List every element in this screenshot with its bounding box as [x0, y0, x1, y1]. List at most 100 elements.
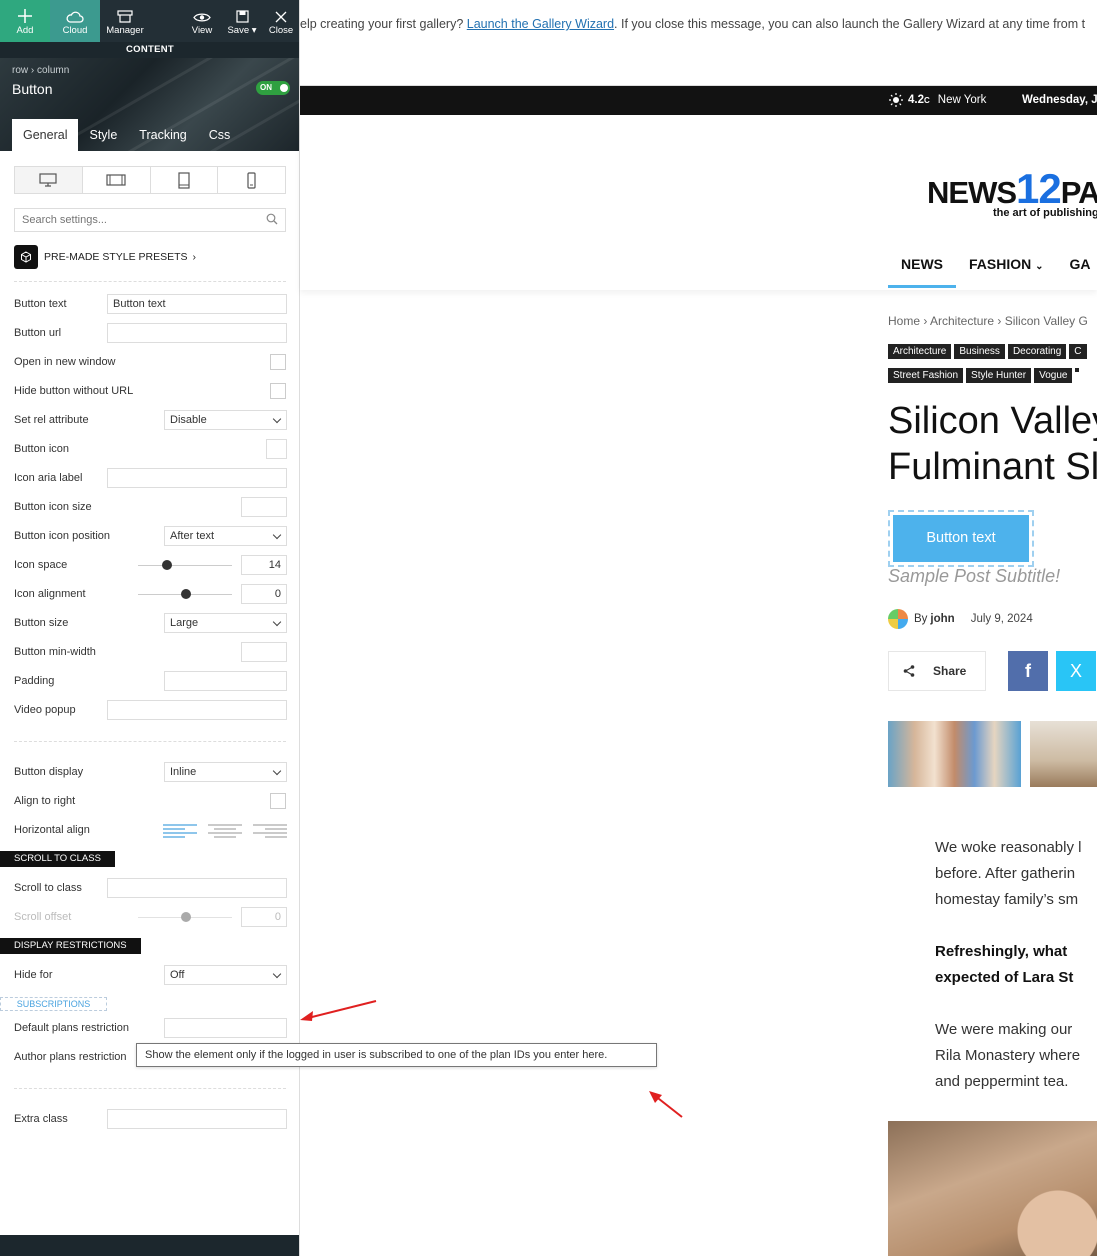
gallery-image[interactable] [1030, 721, 1097, 787]
padding-input[interactable] [164, 671, 287, 691]
button-display-select[interactable]: Inline [164, 762, 287, 782]
icon-size-label: Button icon size [14, 501, 92, 513]
button-url-label: Button url [14, 327, 62, 339]
rel-attribute-select[interactable]: Disable [164, 410, 287, 430]
icon-aria-label-input[interactable] [107, 468, 287, 488]
align-right-icon[interactable] [253, 824, 287, 838]
align-center-icon[interactable] [208, 824, 242, 838]
tablet-landscape-icon [106, 174, 126, 186]
author-name[interactable]: john [930, 613, 954, 625]
tab-css[interactable]: Css [198, 119, 242, 151]
tab-general[interactable]: General [12, 119, 79, 151]
breadcrumb-row[interactable]: row [12, 65, 28, 76]
min-width-input[interactable] [241, 642, 287, 662]
view-button[interactable]: View [182, 0, 222, 42]
icon-position-select[interactable]: After text [164, 526, 287, 546]
icon-space-input[interactable]: 14 [241, 555, 287, 575]
category-tag[interactable] [1075, 368, 1080, 372]
desktop-view-button[interactable] [15, 167, 83, 193]
author-plans-label: Author plans restriction [14, 1051, 127, 1063]
category-tag[interactable]: Architecture [888, 344, 952, 359]
scroll-class-input[interactable] [107, 878, 287, 898]
phone-icon [247, 171, 256, 189]
video-popup-input[interactable] [107, 700, 287, 720]
menu-item-news[interactable]: NEWS [888, 256, 956, 288]
presets-label: PRE-MADE STYLE PRESETS [44, 251, 188, 263]
add-button[interactable]: Add [0, 0, 50, 42]
category-tag[interactable]: C [1069, 344, 1087, 359]
hide-without-url-checkbox[interactable] [270, 383, 286, 399]
button-size-label: Button size [14, 617, 69, 629]
button-icon-picker[interactable] [266, 439, 287, 459]
category-tag[interactable]: Vogue [1034, 368, 1073, 383]
tablet-portrait-view-button[interactable] [151, 167, 219, 193]
close-icon [275, 11, 287, 23]
icon-alignment-slider-handle[interactable] [181, 589, 191, 599]
content-tab[interactable]: CONTENT [0, 42, 299, 58]
x-share-button[interactable]: X [1056, 651, 1096, 691]
gallery-notice: elp creating your first gallery? Launch … [300, 0, 1097, 86]
menu-item-fashion[interactable]: FASHION ⌄ [956, 256, 1057, 288]
tablet-portrait-icon [178, 171, 190, 189]
gallery-image[interactable] [888, 721, 1021, 787]
category-tag[interactable]: Business [954, 344, 1005, 359]
avatar[interactable] [888, 609, 908, 629]
gallery-wizard-link[interactable]: Launch the Gallery Wizard [467, 17, 614, 31]
editor-toolbar: Add Cloud Manager View Save ▾ Close [0, 0, 299, 42]
align-right-checkbox[interactable] [270, 793, 286, 809]
article-title: Silicon Valley Fulminant Sl [888, 400, 1097, 488]
tab-tracking[interactable]: Tracking [128, 119, 197, 151]
button-size-select[interactable]: Large [164, 613, 287, 633]
button-display-label: Button display [14, 766, 84, 778]
chevron-right-icon: › [192, 251, 197, 263]
by-label: By [914, 613, 928, 625]
icon-alignment-input[interactable]: 0 [241, 584, 287, 604]
plus-icon [18, 9, 32, 23]
menu-item-gadgets[interactable]: GA [1057, 256, 1097, 288]
button-url-input[interactable] [107, 323, 287, 343]
share-button[interactable]: Share [888, 651, 986, 691]
breadcrumb-column[interactable]: column [37, 65, 69, 76]
phone-view-button[interactable] [218, 167, 285, 193]
site-top-bar: 4.2 C New York Wednesday, Ju [300, 86, 1097, 115]
eye-icon [193, 13, 211, 22]
close-button[interactable]: Close [262, 0, 299, 42]
style-presets-button[interactable]: PRE-MADE STYLE PRESETS › [14, 245, 196, 269]
manager-button[interactable]: Manager [100, 0, 150, 42]
icon-space-slider-handle[interactable] [162, 560, 172, 570]
open-new-window-checkbox[interactable] [270, 354, 286, 370]
button-text-label: Button text [14, 298, 67, 310]
article-button[interactable]: Button text [893, 515, 1029, 562]
view-label: View [191, 25, 213, 36]
facebook-share-button[interactable]: f [1008, 651, 1048, 691]
extra-class-input[interactable] [107, 1109, 287, 1129]
article-subtitle: Sample Post Subtitle! [888, 566, 1061, 586]
cloud-button[interactable]: Cloud [50, 0, 100, 42]
tab-style[interactable]: Style [78, 119, 128, 151]
element-toggle[interactable]: ON [256, 81, 290, 95]
site-logo[interactable]: NEWS12PA [927, 165, 1097, 213]
category-tag[interactable]: Decorating [1007, 344, 1067, 359]
category-tag[interactable]: Style Hunter [966, 368, 1032, 383]
hide-for-select[interactable]: Off [164, 965, 287, 985]
site-header: NEWS12PA the art of publishing NEWS FASH… [300, 115, 1097, 290]
paragraph-bold: Refreshingly, what expected of Lara St [935, 943, 1074, 986]
article-breadcrumb[interactable]: Home › Architecture › Silicon Valley G [888, 314, 1088, 328]
button-text-input[interactable]: Button text [107, 294, 287, 314]
default-plans-input[interactable] [164, 1018, 287, 1038]
rel-attribute-label: Set rel attribute [14, 414, 89, 426]
align-left-icon[interactable] [163, 824, 197, 838]
scroll-offset-slider-handle[interactable] [181, 912, 191, 922]
category-tag[interactable]: Street Fashion [888, 368, 964, 383]
settings-search-input[interactable] [14, 208, 286, 232]
align-right-label: Align to right [14, 795, 76, 807]
scroll-offset-input[interactable]: 0 [241, 907, 287, 927]
divider [14, 281, 286, 282]
icon-position-label: Button icon position [14, 530, 111, 542]
icon-size-input[interactable] [241, 497, 287, 517]
selected-element-outline: Button text [888, 510, 1034, 567]
tablet-landscape-view-button[interactable] [83, 167, 151, 193]
save-button[interactable]: Save ▾ [222, 0, 262, 42]
icon-space-slider[interactable] [138, 565, 232, 566]
element-title: Button [12, 81, 53, 97]
